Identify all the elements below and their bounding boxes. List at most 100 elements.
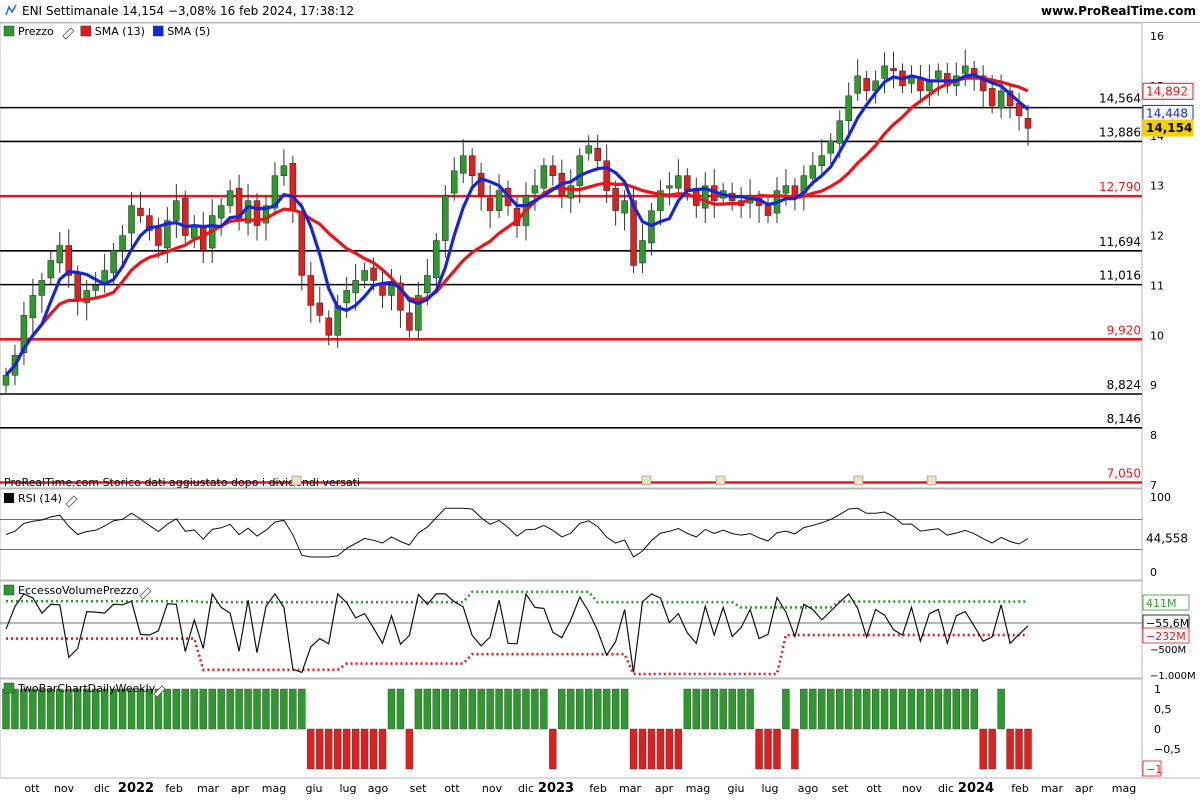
twobar-bar	[728, 688, 736, 730]
twobar-axis-tick: 1	[1154, 683, 1161, 696]
candle	[612, 187, 619, 211]
dividend-icon[interactable]	[641, 475, 652, 486]
tag-label: 14,154	[1146, 121, 1192, 135]
twobar-bar	[880, 688, 889, 730]
time-axis-label: mag	[1112, 782, 1136, 795]
price-value-tag: 14,154	[1142, 119, 1194, 137]
time-axis-label: apr	[1075, 782, 1094, 795]
candle	[818, 155, 826, 166]
twobar-bar	[701, 688, 709, 730]
dividend-icon[interactable]	[715, 475, 726, 486]
twobar-bar	[405, 728, 414, 770]
volume-value-tag: −232M	[1146, 630, 1186, 643]
twobar-bar	[818, 688, 826, 730]
dividend-icon[interactable]	[926, 475, 937, 486]
twobar-bar	[674, 728, 683, 770]
twobar-bar	[961, 688, 969, 730]
twobar-bar	[782, 688, 790, 730]
twobar-bar	[602, 688, 611, 730]
candle	[603, 160, 610, 191]
candle	[997, 90, 1005, 109]
twobar-bar	[620, 688, 629, 730]
twobar-bar	[513, 688, 521, 730]
twobar-bar	[1024, 728, 1032, 770]
candle	[549, 165, 557, 176]
twobar-bar	[280, 688, 288, 730]
twobar-bar	[558, 688, 566, 730]
level-label: 8,824	[1107, 378, 1141, 392]
candle	[854, 75, 861, 94]
twobar-bar	[11, 688, 19, 730]
twobar-bar	[82, 688, 91, 730]
twobar-bar	[540, 688, 548, 730]
twobar-bar	[253, 688, 261, 730]
candle	[110, 250, 117, 274]
twobar-bar	[351, 728, 360, 770]
twobar-legend-label: TwoBarChartDailyWeekly	[17, 682, 156, 695]
time-axis-label: set	[410, 782, 427, 795]
twobar-bar	[934, 688, 943, 730]
time-axis-label: ott	[866, 782, 882, 795]
twobar-bar	[647, 728, 656, 770]
time-axis-label: ott	[24, 782, 40, 795]
twobar-bar	[29, 688, 37, 730]
level-label: 8,146	[1107, 412, 1141, 426]
level-label: 9,920	[1107, 323, 1141, 337]
time-axis-label: feb	[1011, 782, 1029, 795]
twobar-bar	[800, 688, 808, 730]
twobar-bar	[898, 688, 907, 730]
twobar-bar	[773, 728, 781, 770]
twobar-bar	[809, 688, 817, 730]
twobar-bar	[109, 688, 118, 730]
candle	[621, 200, 628, 214]
twobar-bar	[791, 728, 799, 770]
rsi-panel	[0, 488, 1143, 581]
candle	[567, 185, 575, 199]
candle	[38, 280, 46, 296]
legend-label: Prezzo	[18, 25, 54, 38]
price-value-tag: 14,892	[1142, 82, 1194, 100]
twobar-bar	[549, 728, 557, 770]
candle	[863, 78, 870, 92]
candle	[424, 275, 431, 294]
dividend-icon[interactable]	[853, 475, 864, 486]
candle	[101, 270, 108, 284]
twobar-legend: TwoBarChartDailyWeekly	[3, 682, 166, 698]
rsi-legend-label: RSI (14)	[18, 492, 62, 505]
chart-area[interactable]: 1615141312111098714,56413,88612,79011,69…	[0, 0, 1200, 800]
legend-label: SMA (5)	[167, 25, 210, 38]
time-axis-label: mar	[619, 782, 641, 795]
twobar-bar	[369, 728, 378, 770]
time-axis-label: dic	[94, 782, 110, 795]
level-label: 13,886	[1099, 125, 1141, 139]
time-axis-label: mag	[686, 782, 710, 795]
candle	[675, 175, 682, 189]
twobar-bar	[190, 688, 198, 730]
time-axis-label: mag	[262, 782, 286, 795]
time-axis-label: 2024	[958, 781, 994, 796]
twobar-bar	[262, 688, 270, 730]
candle	[343, 290, 350, 304]
legend-label: SMA (13)	[95, 25, 145, 38]
blue-square-icon	[152, 25, 164, 37]
twobar-bar	[889, 688, 898, 730]
chart-window: ENI Settimanale 14,154 −3,08% 16 feb 202…	[0, 0, 1200, 800]
candle	[433, 240, 440, 279]
level-label: 7,050	[1107, 467, 1141, 481]
candle	[442, 195, 449, 241]
candle	[495, 190, 503, 211]
twobar-bar	[853, 688, 862, 730]
price-axis-tick: 12	[1150, 230, 1164, 243]
candle	[1024, 118, 1032, 129]
twobar-bar	[244, 688, 252, 730]
candle	[47, 260, 55, 279]
candles-icon	[3, 25, 15, 37]
candle	[119, 235, 126, 251]
twobar-bar	[414, 688, 423, 730]
twobar-bar	[56, 688, 64, 730]
dividend-icon[interactable]	[291, 475, 302, 486]
twobar-bar	[226, 688, 234, 730]
twobar-bar	[342, 728, 351, 770]
twobar-bar	[827, 688, 835, 730]
twobar-bar	[943, 688, 952, 730]
